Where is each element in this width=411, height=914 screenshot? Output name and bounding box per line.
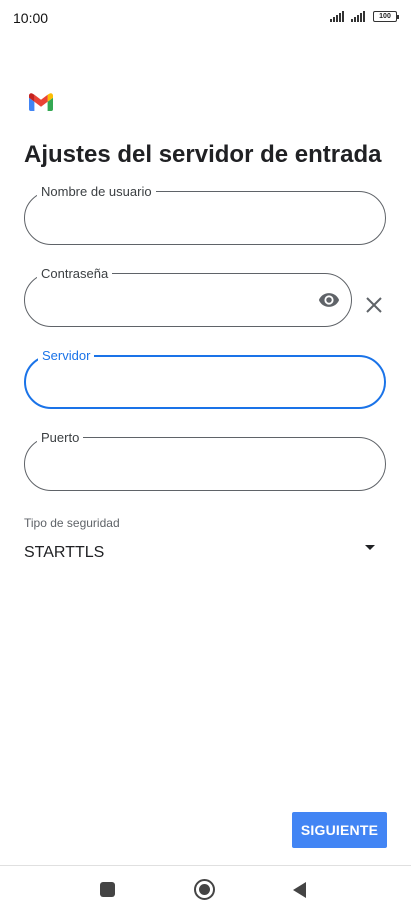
battery-level: 100 bbox=[379, 13, 391, 20]
server-label: Servidor bbox=[38, 348, 95, 363]
close-icon[interactable] bbox=[365, 296, 383, 314]
username-input[interactable] bbox=[43, 206, 323, 230]
eye-icon[interactable] bbox=[317, 289, 341, 311]
password-input[interactable] bbox=[43, 288, 293, 312]
recent-apps-icon[interactable] bbox=[100, 882, 115, 897]
back-icon[interactable] bbox=[293, 882, 306, 898]
battery-icon: 100 bbox=[373, 11, 399, 22]
gmail-logo-icon bbox=[29, 93, 53, 111]
signal-icon bbox=[351, 11, 365, 22]
username-label: Nombre de usuario bbox=[37, 184, 156, 199]
server-input[interactable] bbox=[44, 371, 324, 395]
dropdown-arrow-icon bbox=[365, 545, 375, 550]
port-field[interactable]: Puerto bbox=[24, 430, 386, 491]
security-type-label: Tipo de seguridad bbox=[24, 516, 120, 530]
status-time: 10:00 bbox=[13, 10, 49, 26]
status-icons: 100 bbox=[330, 11, 399, 22]
port-input[interactable] bbox=[43, 452, 323, 476]
home-icon[interactable] bbox=[194, 879, 215, 900]
signal-icon bbox=[330, 11, 344, 22]
username-field[interactable]: Nombre de usuario bbox=[24, 184, 386, 245]
server-field[interactable]: Servidor bbox=[24, 348, 386, 409]
next-button[interactable]: SIGUIENTE bbox=[292, 812, 387, 848]
password-label: Contraseña bbox=[37, 266, 113, 281]
port-label: Puerto bbox=[37, 430, 84, 445]
security-type-select[interactable]: STARTTLS bbox=[24, 540, 386, 568]
password-field[interactable]: Contraseña bbox=[24, 266, 352, 327]
navigation-bar bbox=[0, 866, 411, 914]
security-type-value: STARTTLS bbox=[24, 544, 105, 561]
status-bar: 10:00 100 bbox=[0, 0, 411, 38]
page-title: Ajustes del servidor de entrada bbox=[24, 141, 382, 168]
